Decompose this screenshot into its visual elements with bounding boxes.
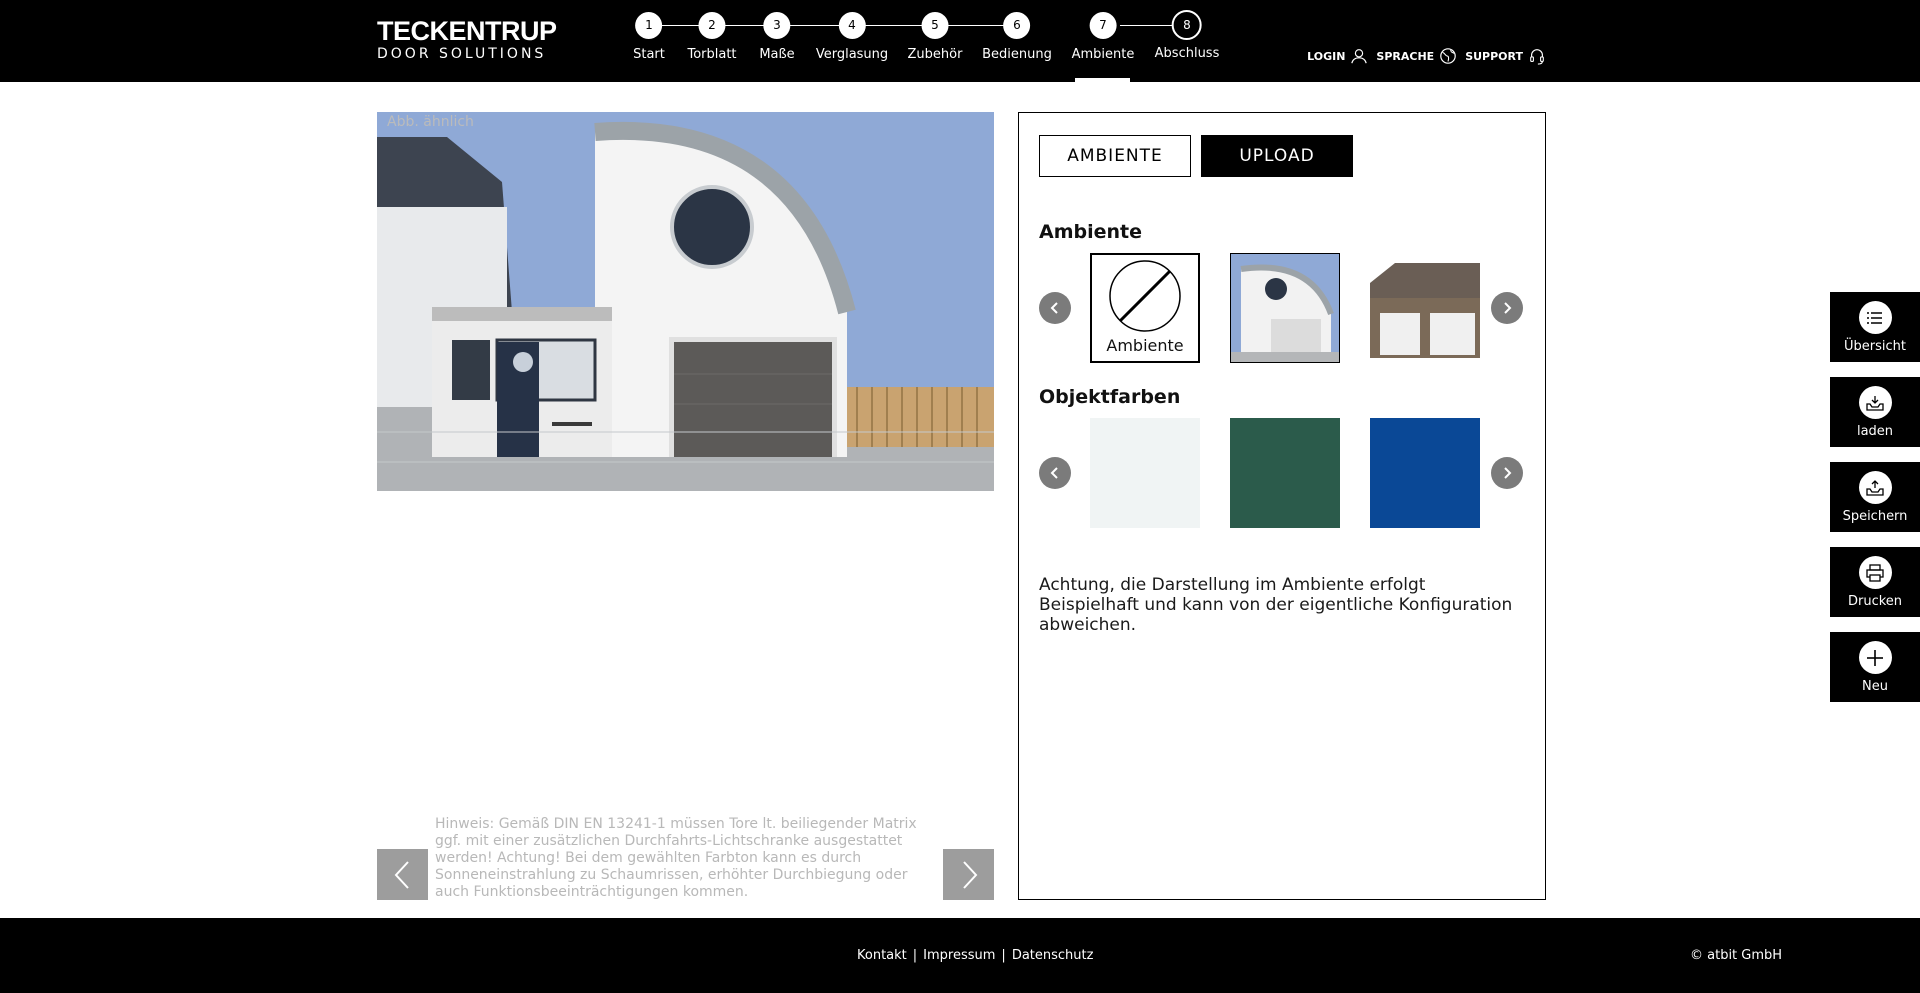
support-label: SUPPORT: [1465, 49, 1523, 63]
new-button[interactable]: Neu: [1830, 632, 1920, 702]
load-label: laden: [1856, 424, 1894, 439]
tab-ambiente[interactable]: AMBIENTE: [1039, 135, 1191, 177]
inbox-icon: [1858, 386, 1892, 419]
ambiente-thumbnail: [1370, 253, 1480, 363]
step-label: Abschluss: [1154, 46, 1220, 61]
headset-icon: [1530, 49, 1544, 65]
section-title-object-colors: Objektfarben: [1039, 386, 1181, 408]
top-navigation: LOGIN SPRACHE SUPPORT: [1307, 47, 1546, 65]
footer-separator: |: [1001, 948, 1006, 963]
ambiente-none-option[interactable]: Ambiente: [1090, 253, 1200, 363]
chevron-right-icon: [1504, 302, 1512, 314]
preview-caption: Abb. ähnlich: [387, 114, 474, 130]
step-number: 7: [1089, 12, 1117, 39]
active-step-indicator: [1075, 78, 1130, 82]
step-number: 1: [635, 12, 663, 39]
overview-label: Übersicht: [1844, 339, 1906, 354]
ambiente-thumbnail: [1231, 254, 1339, 362]
step-label: Verglasung: [815, 47, 889, 62]
chevron-left-icon: [1050, 467, 1058, 479]
step-number: 8: [1171, 10, 1202, 40]
section-title-ambiente: Ambiente: [1039, 221, 1142, 243]
step-ambiente[interactable]: 7 Ambiente: [1071, 12, 1135, 62]
color-swatch-green[interactable]: [1230, 418, 1340, 528]
copyright: © atbit GmbH: [1690, 948, 1783, 963]
step-masse[interactable]: 3 Maße: [759, 12, 795, 62]
imprint-link[interactable]: Impressum: [923, 948, 995, 963]
chevron-left-icon: [394, 860, 409, 889]
ambiente-panel: AMBIENTE UPLOAD Ambiente Ambiente Objekt…: [1018, 112, 1546, 900]
colors-next-button[interactable]: [1491, 457, 1523, 489]
ambiente-next-button[interactable]: [1491, 292, 1523, 324]
new-label: Neu: [1862, 679, 1888, 694]
ambiente-prev-button[interactable]: [1039, 292, 1071, 324]
next-step-button[interactable]: [943, 849, 994, 900]
chevron-right-icon: [962, 860, 977, 889]
ambiente-preview: Abb. ähnlich: [377, 112, 994, 491]
step-start[interactable]: 1 Start: [633, 12, 665, 62]
step-label: Bedienung: [982, 47, 1052, 62]
load-button[interactable]: laden: [1830, 377, 1920, 447]
footer-separator: |: [912, 948, 918, 963]
step-torblatt[interactable]: 2 Torblatt: [687, 12, 737, 62]
login-label: LOGIN: [1307, 49, 1346, 63]
print-label: Drucken: [1847, 594, 1903, 609]
print-button[interactable]: Drucken: [1830, 547, 1920, 617]
printer-icon: [1858, 556, 1892, 589]
colors-prev-button[interactable]: [1039, 457, 1071, 489]
step-number: 3: [763, 12, 791, 39]
step-number: 4: [838, 12, 866, 39]
step-abschluss[interactable]: 8 Abschluss: [1154, 10, 1220, 61]
ambiente-option-modern-house[interactable]: [1230, 253, 1340, 363]
support-link[interactable]: SUPPORT: [1465, 47, 1546, 65]
footer: Kontakt | Impressum | Datenschutz © atbi…: [0, 918, 1920, 993]
step-label: Zubehör: [907, 47, 963, 62]
privacy-link[interactable]: Datenschutz: [1012, 948, 1094, 963]
login-link[interactable]: LOGIN: [1307, 47, 1368, 65]
ambiente-option-brick-garage[interactable]: [1370, 253, 1480, 363]
language-label: SPRACHE: [1376, 49, 1435, 63]
list-icon: [1858, 301, 1892, 334]
step-label: Ambiente: [1071, 47, 1135, 62]
color-swatch-blue[interactable]: [1370, 418, 1480, 528]
footer-links: Kontakt | Impressum | Datenschutz: [857, 948, 1093, 963]
step-number: 6: [1003, 12, 1031, 39]
plus-icon: [1858, 641, 1892, 674]
step-bedienung[interactable]: 6 Bedienung: [982, 12, 1052, 62]
preview-notice: Hinweis: Gemäß DIN EN 13241-1 müssen Tor…: [435, 816, 917, 900]
user-icon: [1351, 49, 1368, 64]
save-label: Speichern: [1842, 509, 1908, 524]
globe-icon: [1440, 48, 1456, 64]
house-preview-image: [377, 112, 994, 491]
step-label: Maße: [759, 47, 795, 62]
step-label: Torblatt: [687, 47, 737, 62]
step-number: 5: [921, 12, 949, 39]
language-link[interactable]: SPRACHE: [1376, 47, 1457, 65]
contact-link[interactable]: Kontakt: [857, 948, 907, 963]
save-button[interactable]: Speichern: [1830, 462, 1920, 532]
tab-upload[interactable]: UPLOAD: [1201, 135, 1353, 177]
color-swatch-white[interactable]: [1090, 418, 1200, 528]
step-label: Start: [633, 47, 665, 62]
header: TECKENTRUP DOOR SOLUTIONS 1 Start 2 Torb…: [0, 0, 1920, 82]
previous-step-button[interactable]: [377, 849, 428, 900]
tray-upload-icon: [1858, 471, 1892, 504]
chevron-right-icon: [1504, 467, 1512, 479]
step-number: 2: [698, 12, 726, 39]
step-verglasung[interactable]: 4 Verglasung: [816, 12, 888, 62]
no-ambiente-icon: [1109, 260, 1181, 332]
overview-button[interactable]: Übersicht: [1830, 292, 1920, 362]
ambiente-none-label: Ambiente: [1106, 336, 1184, 355]
ambiente-disclaimer: Achtung, die Darstellung im Ambiente erf…: [1039, 575, 1513, 635]
chevron-left-icon: [1050, 302, 1058, 314]
step-zubehoer[interactable]: 5 Zubehör: [907, 12, 963, 62]
step-navigation: 1 Start 2 Torblatt 3 Maße 4 Verglasung 5…: [0, 0, 1920, 82]
